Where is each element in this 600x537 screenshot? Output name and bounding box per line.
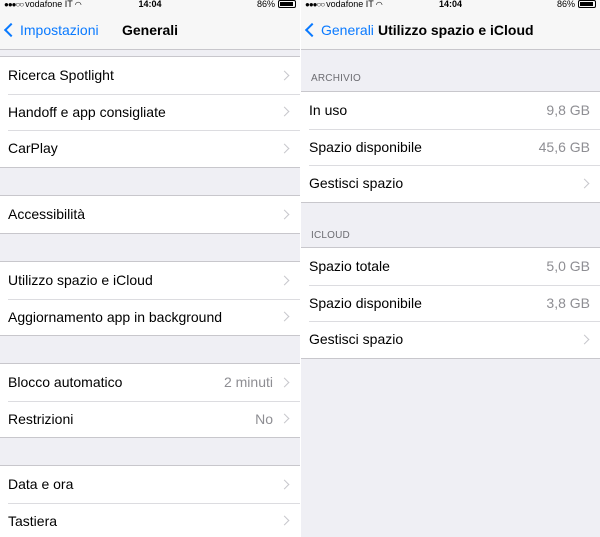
settings-row[interactable]: Accessibilità [0,196,300,233]
settings-row[interactable]: Tastiera [0,502,300,537]
chevron-right-icon [279,209,290,220]
storage-row: Spazio disponibile 3,8 GB [301,284,600,322]
row-label: Tastiera [8,512,58,529]
battery-percent: 86% [556,0,575,9]
navigation-bar: Generali Utilizzo spazio e iCloud [301,13,600,50]
back-button[interactable]: Impostazioni [3,22,99,38]
section-header: ICLOUD [311,230,350,241]
row-label: Spazio disponibile [309,294,422,311]
status-bar: ●●●○○ vodafone IT ◠ 14:04 86% [0,0,300,13]
storage-row: Spazio totale 5,0 GB [301,248,600,285]
settings-row[interactable]: CarPlay [0,130,300,167]
settings-row[interactable]: Blocco automatico 2 minuti [0,364,300,401]
row-label: Utilizzo spazio e iCloud [8,272,153,289]
row-label: In uso [309,102,348,119]
status-bar: ●●●○○ vodafone IT ◠ 14:04 86% [301,0,600,13]
chevron-right-icon [279,275,290,286]
battery-icon [578,0,596,8]
chevron-right-icon [279,106,290,117]
settings-row[interactable]: Data e ora [0,466,300,503]
generali-screen: ●●●○○ vodafone IT ◠ 14:04 86% Impostazioni… [0,0,300,537]
settings-group: Accessibilità [0,195,300,234]
row-value: No [255,410,273,427]
settings-group: Blocco automatico 2 minuti Restrizioni No [0,363,300,439]
settings-row[interactable]: Aggiornamento app in background [0,298,300,336]
navigation-bar: Impostazioni Generali [0,13,300,50]
chevron-right-icon [279,70,290,81]
chevron-right-icon [579,178,590,189]
storage-icloud-screen: ●●●○○ vodafone IT ◠ 14:04 86% Generali Uti… [301,0,600,537]
storage-row: Spazio disponibile 45,6 GB [301,128,600,166]
chevron-right-icon [279,413,290,424]
chevron-right-icon [279,377,290,388]
row-label: Gestisci spazio [309,175,404,192]
row-label: Accessibilità [8,206,86,223]
manage-storage-row[interactable]: Gestisci spazio [301,321,600,358]
row-label: Handoff e app consigliate [8,103,166,120]
chevron-left-icon [3,22,19,38]
chevron-right-icon [279,143,290,154]
row-label: Gestisci spazio [309,331,404,348]
row-label: Spazio disponibile [309,138,422,155]
row-label: Ricerca Spotlight [8,67,114,84]
row-label: Data e ora [8,476,74,493]
chevron-right-icon [579,334,590,345]
chevron-right-icon [279,479,290,490]
settings-group: Ricerca Spotlight Handoff e app consigli… [0,56,300,168]
chevron-right-icon [279,311,290,322]
settings-row[interactable]: Utilizzo spazio e iCloud [0,262,300,299]
back-button[interactable]: Generali [304,22,374,38]
status-time: 14:04 [438,0,463,9]
row-value: 3,8 GB [546,294,590,311]
row-label: Aggiornamento app in background [8,308,223,325]
row-label: Spazio totale [309,258,390,275]
row-value: 45,6 GB [538,138,590,155]
row-value: 2 minuti [223,374,273,391]
back-button-label: Impostazioni [20,22,99,38]
back-button-label: Generali [321,22,374,38]
chevron-right-icon [279,515,290,526]
section-header: ARCHIVIO [311,73,361,84]
settings-group: Utilizzo spazio e iCloud Aggiornamento a… [0,261,300,337]
page-title: Utilizzo spazio e iCloud [378,22,534,38]
status-time: 14:04 [138,0,162,9]
settings-row[interactable]: Handoff e app consigliate [0,93,300,131]
archive-group: In uso 9,8 GB Spazio disponibile 45,6 GB G… [301,91,600,203]
manage-storage-row[interactable]: Gestisci spazio [301,165,600,202]
storage-row: In uso 9,8 GB [301,92,600,129]
row-label: Blocco automatico [8,374,123,391]
settings-row[interactable]: Restrizioni No [0,400,300,438]
chevron-left-icon [304,22,320,38]
battery-percent: 86% [256,0,275,9]
row-label: Restrizioni [8,410,74,427]
row-value: 9,8 GB [546,102,590,119]
settings-group: Data e ora Tastiera [0,465,300,537]
row-value: 5,0 GB [546,258,590,275]
row-label: CarPlay [8,140,58,157]
icloud-group: Spazio totale 5,0 GB Spazio disponibile 3,… [301,247,600,359]
settings-row[interactable]: Ricerca Spotlight [0,57,300,94]
battery-icon [278,0,296,8]
page-title: Generali [122,22,179,38]
